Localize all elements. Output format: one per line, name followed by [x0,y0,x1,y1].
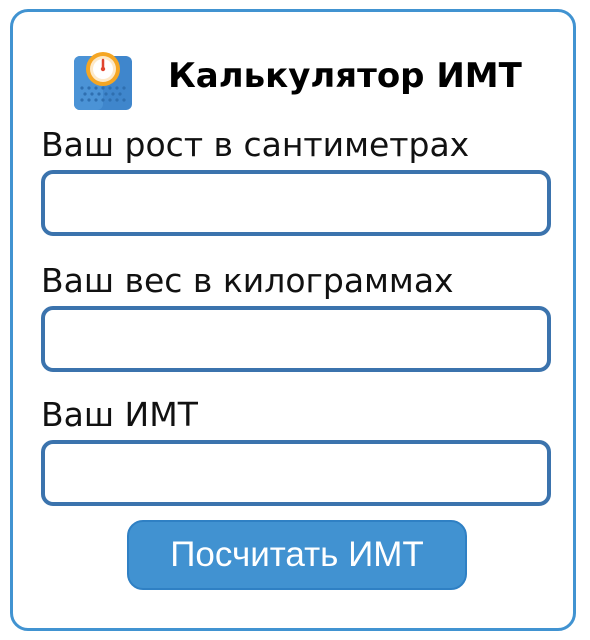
page-title: Калькулятор ИМТ [168,56,522,96]
header: Калькулятор ИМТ [13,42,573,112]
height-input[interactable] [41,170,551,236]
bmi-calculator-card: Калькулятор ИМТ Ваш рост в сантиметрах В… [10,9,576,631]
bmi-result-field[interactable] [41,440,551,506]
height-label: Ваш рост в сантиметрах [41,125,470,164]
weight-input[interactable] [41,306,551,372]
weight-label: Ваш вес в килограммах [41,261,454,300]
calculate-bmi-button[interactable]: Посчитать ИМТ [127,520,467,590]
bathroom-scale-icon [72,50,134,112]
bmi-label: Ваш ИМТ [41,395,198,434]
